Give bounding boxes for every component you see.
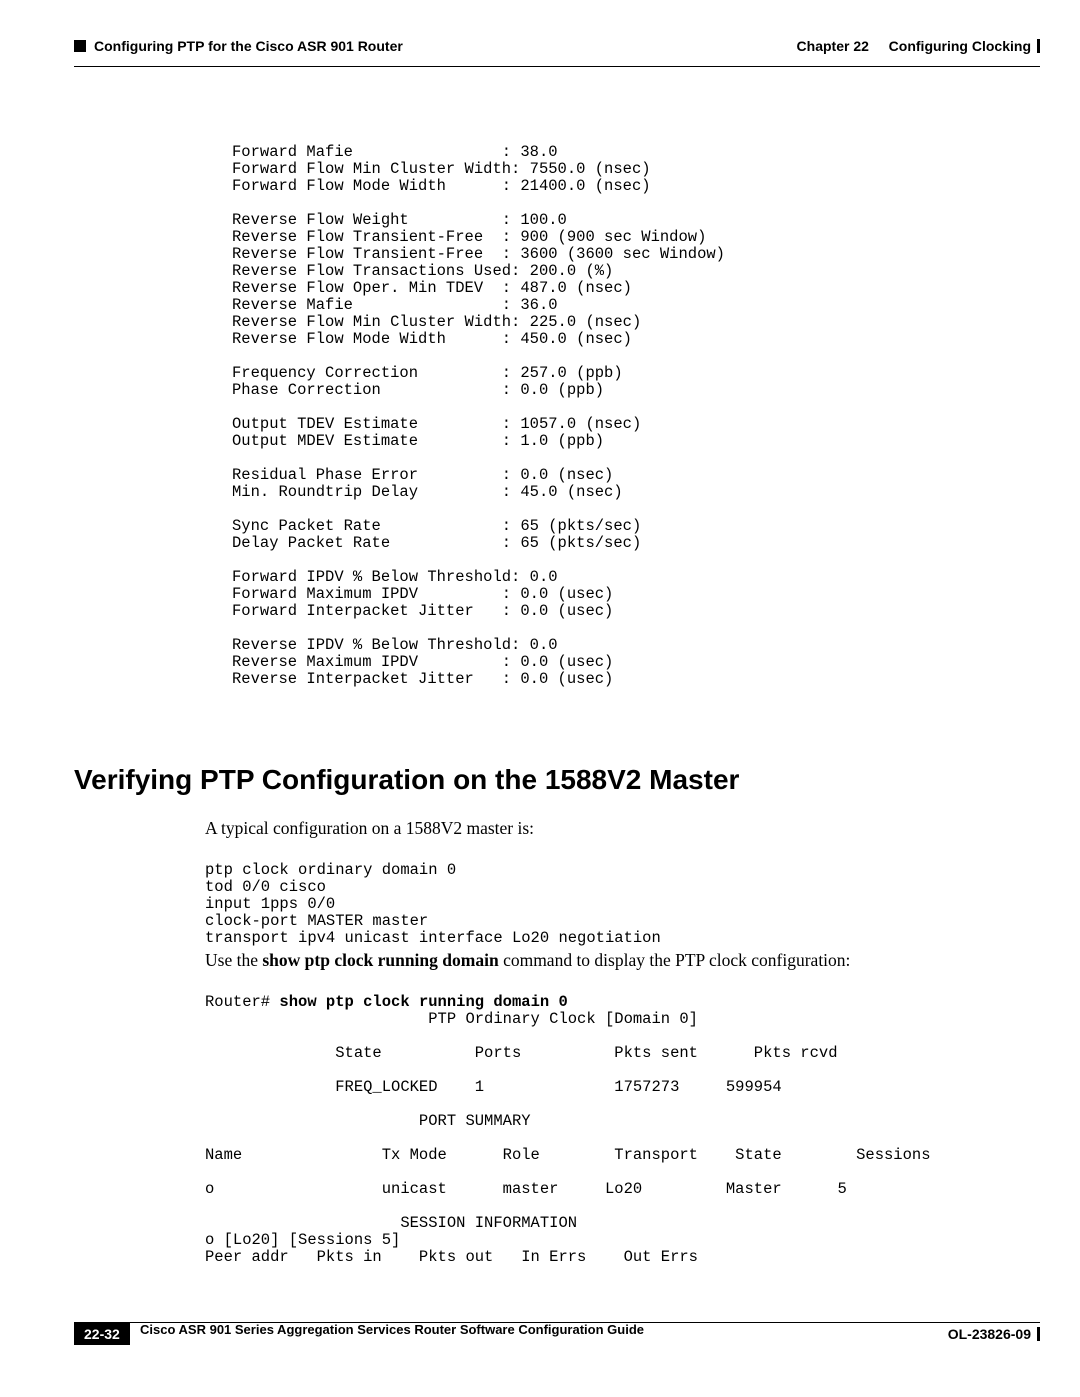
intro-paragraph: A typical configuration on a 1588V2 mast…	[205, 818, 534, 839]
output-block-servo: Forward Mafie : 38.0 Forward Flow Min Cl…	[232, 144, 725, 688]
use-paragraph: Use the show ptp clock running domain co…	[205, 950, 850, 971]
footer-doc-id: OL-23826-09	[948, 1326, 1031, 1342]
use-command: show ptp clock running domain	[262, 950, 498, 970]
use-suffix: command to display the PTP clock configu…	[499, 950, 851, 970]
header-chapter: Chapter 22	[797, 38, 869, 54]
footer-bar-icon	[1037, 1327, 1040, 1341]
output-block-running-domain: Router# show ptp clock running domain 0 …	[205, 994, 931, 1266]
header-rule	[74, 66, 1040, 67]
config-block-master: ptp clock ordinary domain 0 tod 0/0 cisc…	[205, 862, 661, 947]
header-square-icon	[74, 40, 86, 52]
use-prefix: Use the	[205, 950, 262, 970]
section-heading: Verifying PTP Configuration on the 1588V…	[74, 764, 739, 796]
page-number: 22-32	[74, 1323, 130, 1345]
header-chapter-title: Configuring Clocking	[889, 38, 1031, 54]
header-section: Configuring PTP for the Cisco ASR 901 Ro…	[94, 38, 403, 54]
header-bar-icon	[1037, 39, 1040, 53]
